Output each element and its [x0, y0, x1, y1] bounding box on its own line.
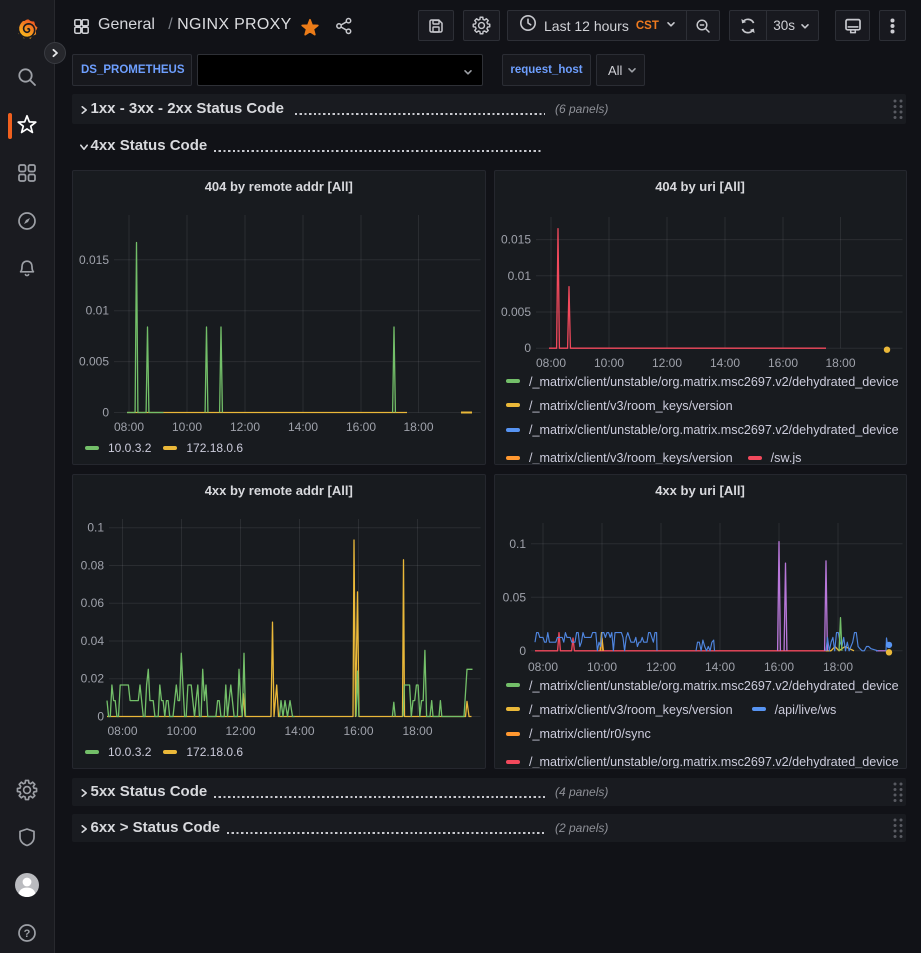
svg-text:18:00: 18:00: [822, 660, 852, 674]
svg-text:0.06: 0.06: [81, 596, 105, 610]
svg-text:16:00: 16:00: [343, 724, 373, 738]
svg-text:0.05: 0.05: [502, 590, 526, 604]
svg-text:0.1: 0.1: [509, 537, 526, 551]
svg-text:18:00: 18:00: [403, 420, 433, 434]
svg-text:0: 0: [524, 341, 531, 355]
svg-text:18:00: 18:00: [825, 356, 855, 370]
svg-text:10:00: 10:00: [166, 724, 196, 738]
svg-text:0.02: 0.02: [81, 672, 105, 686]
svg-text:14:00: 14:00: [288, 420, 318, 434]
svg-text:16:00: 16:00: [763, 660, 793, 674]
svg-text:14:00: 14:00: [709, 356, 739, 370]
svg-text:0.01: 0.01: [86, 304, 110, 318]
svg-text:10:00: 10:00: [172, 420, 202, 434]
svg-text:0.1: 0.1: [87, 521, 104, 535]
svg-text:14:00: 14:00: [704, 660, 734, 674]
svg-text:0.015: 0.015: [79, 253, 109, 267]
svg-text:0.04: 0.04: [81, 634, 105, 648]
svg-text:18:00: 18:00: [402, 724, 432, 738]
svg-text:16:00: 16:00: [346, 420, 376, 434]
svg-text:12:00: 12:00: [225, 724, 255, 738]
svg-text:10:00: 10:00: [586, 660, 616, 674]
svg-text:0: 0: [519, 644, 526, 658]
svg-text:0.005: 0.005: [500, 305, 530, 319]
svg-text:12:00: 12:00: [230, 420, 260, 434]
svg-text:?: ?: [24, 928, 31, 940]
svg-text:08:00: 08:00: [114, 420, 144, 434]
svg-text:08:00: 08:00: [535, 356, 565, 370]
svg-text:14:00: 14:00: [284, 724, 314, 738]
svg-text:16:00: 16:00: [767, 356, 797, 370]
svg-text:08:00: 08:00: [527, 660, 557, 674]
svg-text:0.08: 0.08: [81, 559, 105, 573]
svg-text:10:00: 10:00: [593, 356, 623, 370]
svg-text:0.01: 0.01: [507, 269, 531, 283]
svg-text:12:00: 12:00: [651, 356, 681, 370]
svg-text:0: 0: [102, 406, 109, 420]
svg-text:0: 0: [97, 710, 104, 724]
svg-text:08:00: 08:00: [107, 724, 137, 738]
svg-text:12:00: 12:00: [645, 660, 675, 674]
svg-text:0.005: 0.005: [79, 355, 109, 369]
svg-text:0.015: 0.015: [500, 233, 530, 247]
